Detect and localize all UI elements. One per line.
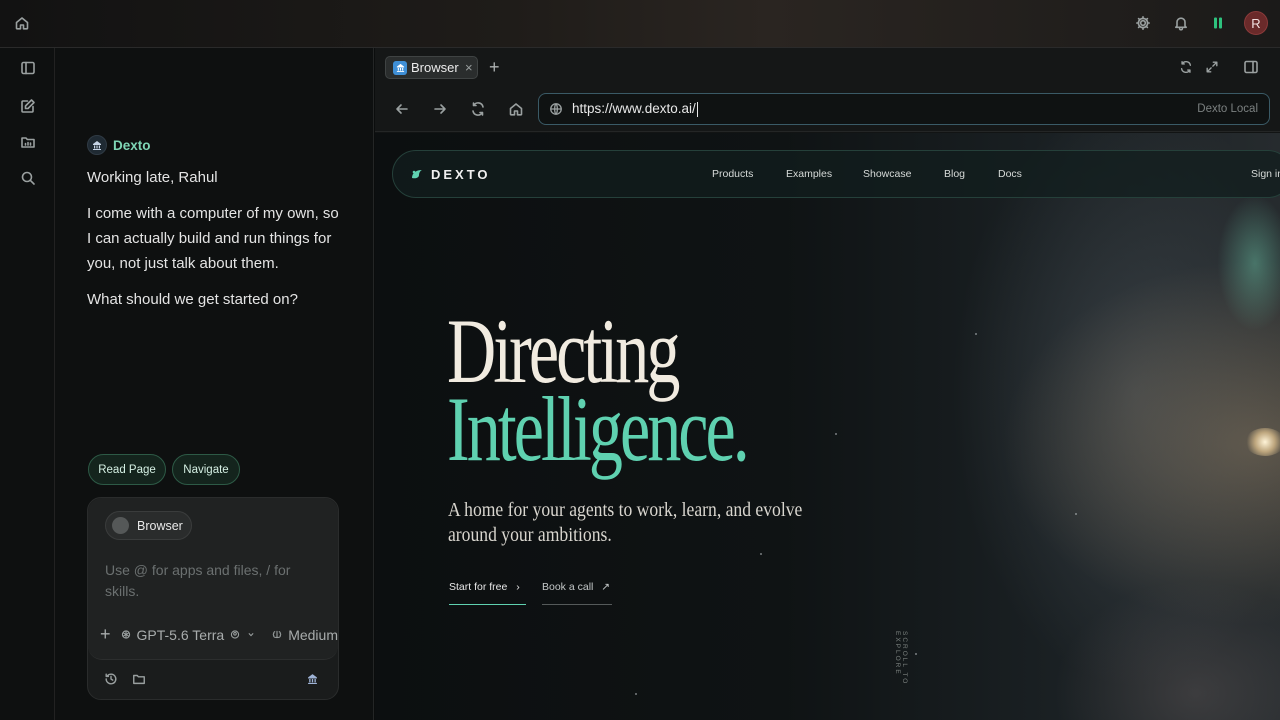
search-icon[interactable] [20, 170, 36, 186]
agent-header: Dexto [87, 135, 151, 155]
folder-icon[interactable] [20, 134, 36, 150]
hero-subtitle: A home for your agents to work, learn, a… [448, 499, 803, 546]
chevron-right-icon: › [516, 581, 520, 593]
arrow-up-right-icon: ↗ [601, 581, 611, 593]
tab-bar: Browser × + [375, 48, 1280, 86]
add-icon[interactable]: + [100, 624, 111, 645]
back-icon[interactable] [394, 101, 410, 117]
site-logo[interactable]: DEXTO [409, 166, 491, 182]
new-tab-icon[interactable]: + [489, 58, 500, 76]
nav-docs[interactable]: Docs [998, 168, 1022, 180]
sidebar-toggle-icon[interactable] [20, 60, 36, 76]
suggestion-navigate[interactable]: Navigate [172, 454, 240, 485]
context-chip-label: Browser [137, 518, 183, 533]
avatar[interactable]: R [1244, 11, 1268, 35]
home-icon[interactable] [508, 101, 524, 117]
dexto-logo-icon [412, 170, 422, 179]
home-icon[interactable] [14, 15, 30, 31]
tab-title: Browser [411, 60, 459, 75]
tab-favicon-icon [393, 60, 407, 75]
nav-showcase[interactable]: Showcase [863, 168, 911, 180]
greeting-text: Working late, Rahul [87, 169, 218, 186]
start-free-button[interactable]: Start for free › [449, 581, 526, 605]
expand-icon[interactable] [1205, 60, 1219, 74]
globe-icon [550, 103, 562, 115]
assistant-question: What should we get started on? [87, 291, 298, 308]
nav-blog[interactable]: Blog [944, 168, 965, 180]
book-call-button[interactable]: Book a call ↗ [542, 581, 612, 605]
browser-pane: Browser × + https://www.dexto.ai/ Dexto … [375, 48, 1280, 720]
agent-small-icon[interactable] [307, 673, 318, 684]
composer: Browser Use @ for apps and files, / for … [87, 497, 339, 700]
hero-title-line2: Intelligence. [447, 378, 750, 480]
url-right-label: Dexto Local [1197, 103, 1258, 115]
context-chip-browser[interactable]: Browser [105, 511, 192, 540]
brain-icon [272, 630, 282, 639]
top-bar: R [0, 0, 1280, 48]
nav-bar: https://www.dexto.ai/ Dexto Local [375, 86, 1280, 132]
folder-attach-icon[interactable] [132, 672, 146, 686]
split-view-icon[interactable] [1243, 59, 1259, 75]
browser-chip-icon [112, 517, 129, 534]
reload-icon[interactable] [470, 101, 486, 117]
url-text: https://www.dexto.ai/ [572, 101, 698, 117]
openai-icon [121, 630, 130, 639]
sync-icon[interactable] [1179, 60, 1193, 74]
scroll-hint: SCROLL TO EXPLORE [894, 631, 908, 686]
suggestion-read-page[interactable]: Read Page [88, 454, 166, 485]
agent-avatar-icon [87, 135, 107, 155]
message-input[interactable]: Use @ for apps and files, / for skills. [105, 560, 315, 602]
assistant-message: I come with a computer of my own, so I c… [87, 205, 339, 272]
site-nav: DEXTO Products Examples Showcase Blog Do… [392, 150, 1280, 198]
url-bar[interactable]: https://www.dexto.ai/ Dexto Local [538, 93, 1270, 125]
chevron-down-icon[interactable] [246, 628, 256, 641]
account-icon [231, 630, 240, 639]
nav-sign-in[interactable]: Sign in [1251, 168, 1280, 180]
bell-icon[interactable] [1173, 15, 1189, 31]
nav-products[interactable]: Products [712, 168, 753, 180]
left-rail [0, 48, 55, 720]
agent-name: Dexto [113, 137, 151, 153]
compose-icon[interactable] [20, 98, 36, 114]
effort-selector[interactable]: Medium [288, 627, 338, 643]
panel-icon[interactable] [1210, 15, 1226, 31]
model-selector[interactable]: GPT-5.6 Terra [137, 627, 225, 643]
model-row: + GPT-5.6 Terra Medium [100, 624, 338, 645]
close-tab-icon[interactable]: × [465, 60, 473, 75]
gear-icon[interactable] [1135, 15, 1151, 31]
history-icon[interactable] [104, 672, 118, 686]
nav-examples[interactable]: Examples [786, 168, 832, 180]
star-glow [1245, 428, 1280, 456]
forward-icon[interactable] [432, 101, 448, 117]
chat-panel: Dexto Working late, Rahul I come with a … [55, 48, 374, 720]
browser-tab[interactable]: Browser × [385, 56, 478, 79]
web-page: DEXTO Products Examples Showcase Blog Do… [375, 133, 1280, 720]
